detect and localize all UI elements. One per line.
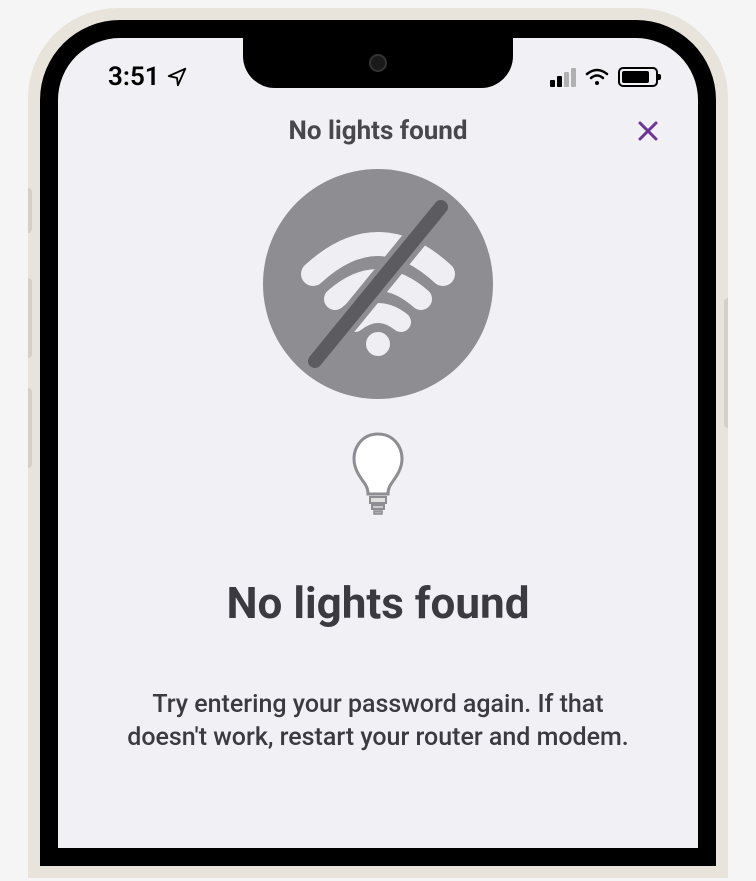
battery-icon <box>618 67 658 87</box>
content-area: No lights found Try entering your passwo… <box>58 154 698 764</box>
close-icon <box>636 119 660 143</box>
wifi-off-icon <box>263 169 493 399</box>
time-label: 3:51 <box>108 62 160 92</box>
power-button <box>724 298 728 428</box>
description-text: Try entering your password again. If tha… <box>98 689 658 754</box>
location-icon <box>166 66 188 88</box>
volume-down-button <box>28 388 32 468</box>
phone-frame: 3:51 <box>28 8 728 878</box>
close-button[interactable] <box>633 116 663 146</box>
nav-bar: No lights found <box>58 98 698 154</box>
status-right <box>550 67 658 87</box>
lightbulb-icon <box>348 429 408 519</box>
wifi-icon <box>584 67 610 87</box>
mute-switch <box>28 188 32 233</box>
notch <box>243 38 513 88</box>
front-camera <box>369 54 387 72</box>
nav-title: No lights found <box>88 116 668 146</box>
status-left: 3:51 <box>108 62 188 92</box>
phone-bezel: 3:51 <box>40 20 716 866</box>
volume-up-button <box>28 278 32 358</box>
main-heading: No lights found <box>227 577 530 629</box>
cellular-icon <box>550 68 576 87</box>
phone-screen: 3:51 <box>58 38 698 848</box>
